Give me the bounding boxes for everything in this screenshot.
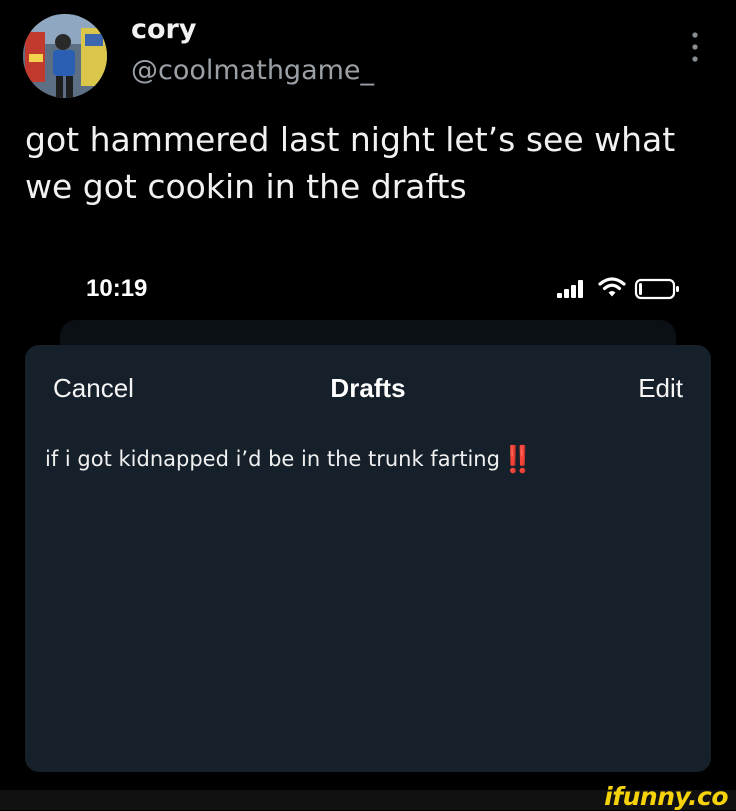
draft-text: if i got kidnapped i’d be in the trunk f… xyxy=(45,447,500,471)
draft-item[interactable]: if i got kidnapped i’d be in the trunk f… xyxy=(45,445,685,475)
edit-button[interactable]: Edit xyxy=(638,373,683,404)
vertical-dots-icon[interactable] xyxy=(684,30,706,64)
watermark-logo: ifunny.co xyxy=(604,782,728,811)
wifi-icon xyxy=(598,276,626,298)
author-handle[interactable]: @coolmathgame_ xyxy=(131,55,374,86)
double-exclamation-icon: ‼️ xyxy=(501,445,534,475)
tweet-text: got hammered last night let’s see what w… xyxy=(25,120,676,206)
status-time: 10:19 xyxy=(86,275,148,302)
author-name[interactable]: cory xyxy=(131,14,196,45)
signal-icon xyxy=(556,279,586,299)
avatar[interactable] xyxy=(23,14,107,98)
sheet-title: Drafts xyxy=(330,373,406,403)
drafts-sheet: Cancel Drafts Edit if i got kidnapped i’… xyxy=(25,345,711,772)
battery-icon xyxy=(634,278,682,300)
